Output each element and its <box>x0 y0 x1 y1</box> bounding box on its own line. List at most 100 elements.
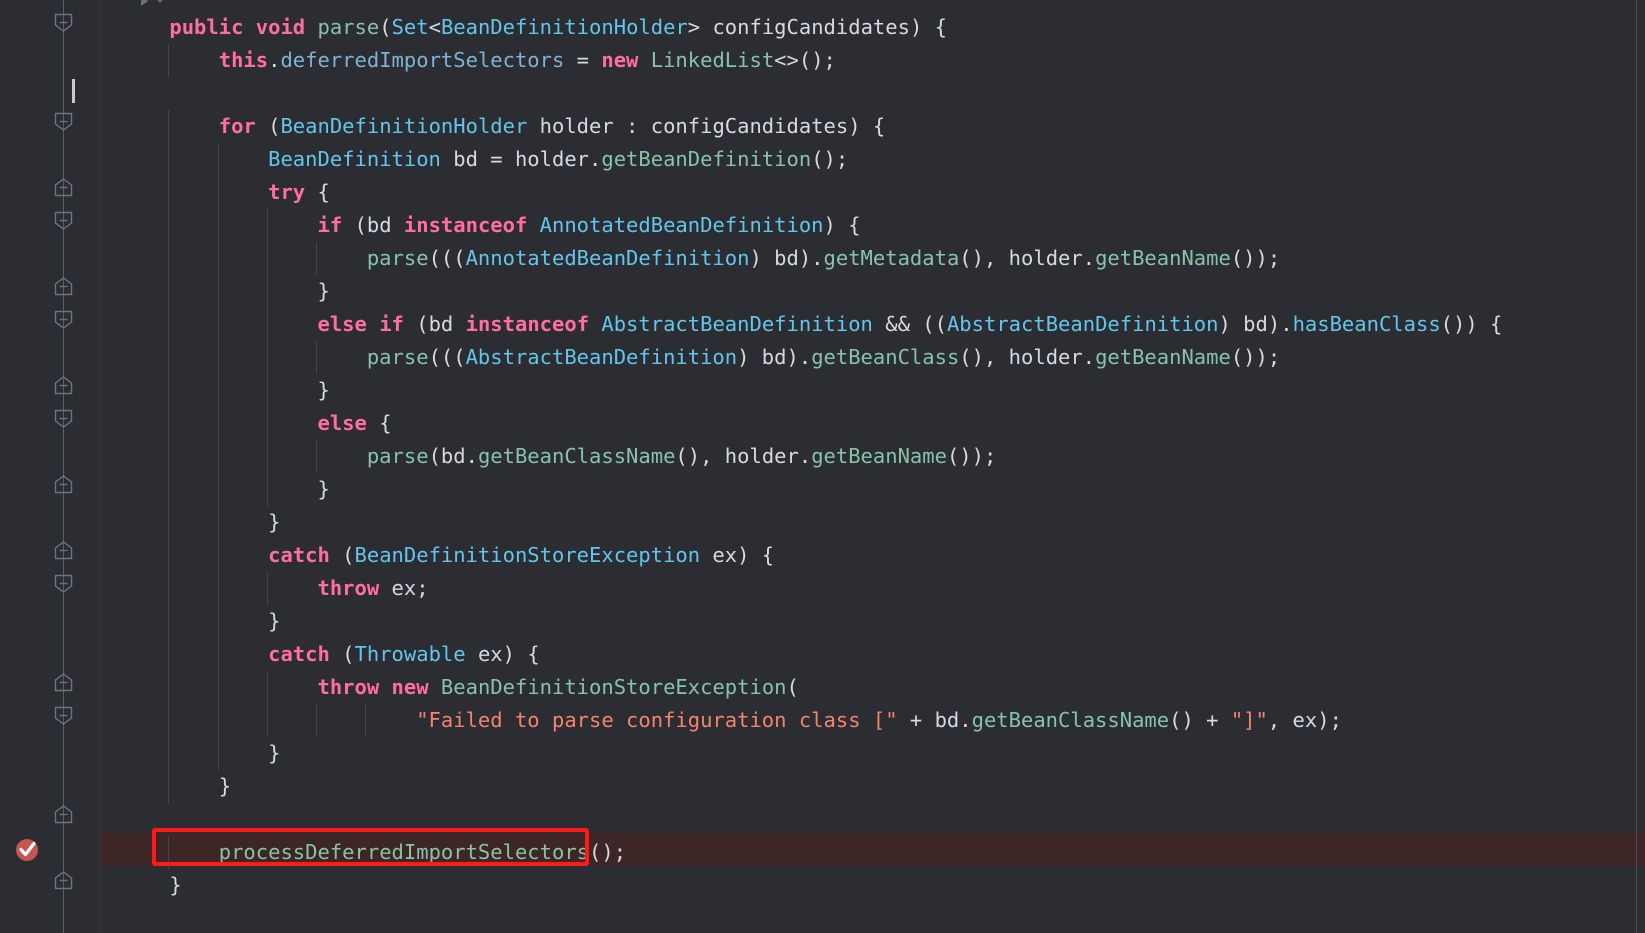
indent-guide <box>266 671 268 704</box>
fold-spine-line <box>63 0 64 933</box>
indent-guide <box>168 110 170 143</box>
fold-collapse-up-icon[interactable] <box>54 376 73 395</box>
fold-collapse-down-icon[interactable] <box>54 574 73 593</box>
code-line[interactable]: catch (Throwable ex) { <box>100 638 1645 671</box>
code-line[interactable]: public void parse(Set<BeanDefinitionHold… <box>100 11 1645 44</box>
code-line[interactable]: throw new BeanDefinitionStoreException( <box>100 671 1645 704</box>
code-line[interactable]: processDeferredImportSelectors(); <box>100 836 1645 869</box>
indent-guide <box>168 44 170 77</box>
code-line[interactable] <box>100 803 1645 836</box>
fold-collapse-up-icon[interactable] <box>54 541 73 560</box>
indent-guide <box>168 242 170 275</box>
indent-guide <box>217 275 219 308</box>
code-line[interactable]: } <box>100 275 1645 308</box>
code-line-text: } <box>120 510 281 534</box>
indent-guide <box>168 176 170 209</box>
indent-guide <box>266 440 268 473</box>
indent-guide <box>217 242 219 275</box>
code-line[interactable]: } <box>100 374 1645 407</box>
code-line-text: } <box>120 477 330 501</box>
code-line[interactable]: else { <box>100 407 1645 440</box>
indent-guide <box>266 275 268 308</box>
code-line[interactable]: } <box>100 737 1645 770</box>
indent-guide <box>168 473 170 506</box>
code-line[interactable]: } <box>100 473 1645 506</box>
code-line[interactable]: } <box>100 605 1645 638</box>
indent-guide <box>168 539 170 572</box>
indent-guide <box>168 737 170 770</box>
indent-guide <box>266 473 268 506</box>
indent-guide <box>217 176 219 209</box>
indent-guide <box>266 209 268 242</box>
code-line-text: catch (Throwable ex) { <box>268 642 540 666</box>
indent-guide <box>217 539 219 572</box>
code-editor[interactable]: ↗ public void parse(Set<BeanDefinitionHo… <box>0 0 1645 933</box>
code-line[interactable]: parse(((AbstractBeanDefinition) bd).getB… <box>100 341 1645 374</box>
code-line[interactable]: "Failed to parse configuration class [" … <box>100 704 1645 737</box>
code-line[interactable]: if (bd instanceof AnnotatedBeanDefinitio… <box>100 209 1645 242</box>
indent-guide <box>217 308 219 341</box>
indent-guide <box>217 737 219 770</box>
code-line-text: for (BeanDefinitionHolder holder : confi… <box>218 114 886 138</box>
indent-guide <box>316 704 318 737</box>
fold-collapse-up-icon[interactable] <box>54 673 73 692</box>
indent-guide <box>217 407 219 440</box>
indent-guide <box>217 341 219 374</box>
code-line-text: BeanDefinition bd = holder.getBeanDefini… <box>268 147 849 171</box>
fold-collapse-up-icon[interactable] <box>54 871 73 890</box>
indent-guide <box>168 341 170 374</box>
indent-guide <box>168 143 170 176</box>
editor-gutter[interactable] <box>0 0 100 933</box>
indent-guide <box>217 209 219 242</box>
code-line-text: } <box>120 378 330 402</box>
code-line-text: parse(bd.getBeanClassName(), holder.getB… <box>366 444 997 468</box>
indent-guide <box>266 242 268 275</box>
indent-guide <box>168 407 170 440</box>
code-line[interactable]: catch (BeanDefinitionStoreException ex) … <box>100 539 1645 572</box>
fold-collapse-down-icon[interactable] <box>54 706 73 725</box>
code-line[interactable]: BeanDefinition bd = holder.getBeanDefini… <box>100 143 1645 176</box>
code-line-text: parse(((AnnotatedBeanDefinition) bd).get… <box>366 246 1281 270</box>
indent-guide <box>217 506 219 539</box>
indent-guide <box>217 671 219 704</box>
fold-collapse-down-icon[interactable] <box>54 310 73 329</box>
indent-guide <box>217 638 219 671</box>
indent-guide <box>266 407 268 440</box>
indent-guide <box>266 341 268 374</box>
fold-collapse-up-icon[interactable] <box>54 805 73 824</box>
code-line-text: throw new BeanDefinitionStoreException( <box>317 675 799 699</box>
indent-guide <box>168 506 170 539</box>
fold-collapse-up-icon[interactable] <box>54 475 73 494</box>
fold-collapse-down-icon[interactable] <box>54 13 73 32</box>
code-line[interactable]: } <box>100 869 1645 902</box>
code-line[interactable]: } <box>100 770 1645 803</box>
code-line[interactable]: } <box>100 506 1645 539</box>
fold-collapse-down-icon[interactable] <box>54 409 73 428</box>
code-line[interactable]: else if (bd instanceof AbstractBeanDefin… <box>100 308 1645 341</box>
code-line-text: if (bd instanceof AnnotatedBeanDefinitio… <box>317 213 861 237</box>
code-line-text: try { <box>268 180 330 204</box>
indent-guide <box>168 209 170 242</box>
code-line[interactable]: parse(((AnnotatedBeanDefinition) bd).get… <box>100 242 1645 275</box>
indent-guide <box>217 704 219 737</box>
code-line[interactable]: for (BeanDefinitionHolder holder : confi… <box>100 110 1645 143</box>
indent-guide <box>266 374 268 407</box>
code-content[interactable]: public void parse(Set<BeanDefinitionHold… <box>100 0 1645 933</box>
code-line[interactable]: throw ex; <box>100 572 1645 605</box>
indent-guide <box>168 572 170 605</box>
code-line[interactable]: try { <box>100 176 1645 209</box>
code-line[interactable] <box>100 77 1645 110</box>
code-line-text: "Failed to parse configuration class [" … <box>416 708 1342 732</box>
fold-collapse-down-icon[interactable] <box>54 112 73 131</box>
code-line[interactable]: parse(bd.getBeanClassName(), holder.getB… <box>100 440 1645 473</box>
indent-guide <box>266 308 268 341</box>
code-line-text: public void parse(Set<BeanDefinitionHold… <box>169 15 947 39</box>
indent-guide <box>168 770 170 803</box>
code-line-text: } <box>120 279 330 303</box>
fold-collapse-up-icon[interactable] <box>54 277 73 296</box>
fold-collapse-up-icon[interactable] <box>54 178 73 197</box>
breakpoint-verified-icon[interactable] <box>15 837 40 862</box>
fold-collapse-down-icon[interactable] <box>54 211 73 230</box>
code-line[interactable]: this.deferredImportSelectors = new Linke… <box>100 44 1645 77</box>
indent-guide <box>217 374 219 407</box>
